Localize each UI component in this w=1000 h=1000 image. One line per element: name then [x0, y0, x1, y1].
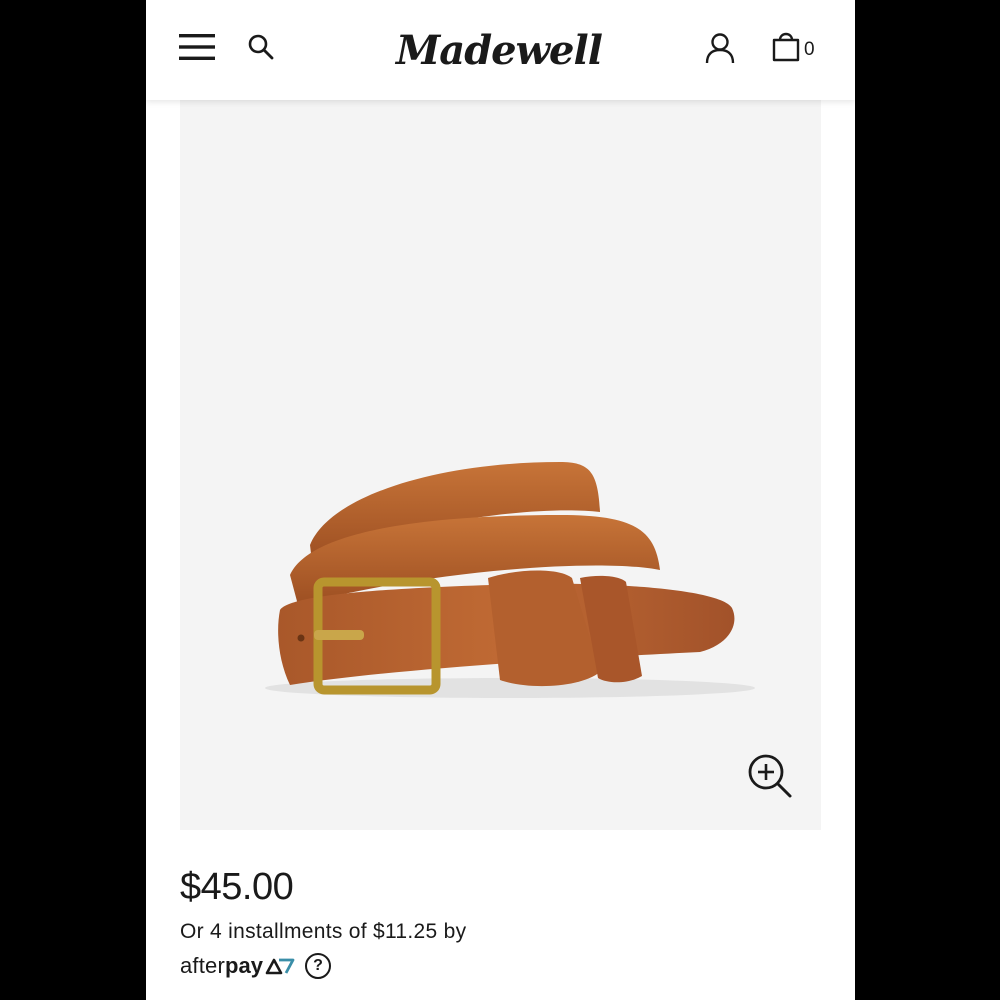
mobile-page: Madewell 0 $45.00 Or 4 installments of $… [146, 0, 855, 1000]
shopping-bag-button[interactable] [764, 28, 824, 68]
hamburger-menu-button[interactable] [176, 27, 218, 67]
account-button[interactable] [700, 28, 740, 68]
product-image[interactable] [180, 100, 821, 830]
installments-text: Or 4 installments of $11.25 by [180, 920, 467, 943]
afterpay-wordmark-after: after [180, 953, 226, 978]
search-icon [248, 34, 274, 60]
madewell-logo: Madewell [394, 27, 604, 74]
afterpay-arrows-icon [265, 958, 295, 975]
zoom-button[interactable] [746, 752, 796, 802]
cart-count: 0 [804, 39, 815, 60]
brand-logo[interactable]: Madewell [392, 22, 604, 80]
afterpay-wordmark-pay: pay [225, 953, 263, 978]
afterpay-help-button[interactable]: ? [304, 953, 331, 979]
question-mark-icon: ? [313, 957, 323, 974]
belt-product-photo [265, 462, 755, 698]
afterpay-logo[interactable]: after pay [180, 953, 295, 979]
hamburger-menu-icon [179, 34, 215, 60]
afterpay-row: after pay ? [180, 950, 331, 982]
svg-text:Madewell: Madewell [394, 27, 603, 74]
search-button[interactable] [244, 30, 278, 64]
site-header: Madewell 0 [146, 0, 855, 100]
account-icon [705, 33, 735, 64]
zoom-in-icon [748, 754, 792, 798]
shopping-bag-icon [772, 32, 800, 62]
product-price: $45.00 [180, 866, 294, 908]
